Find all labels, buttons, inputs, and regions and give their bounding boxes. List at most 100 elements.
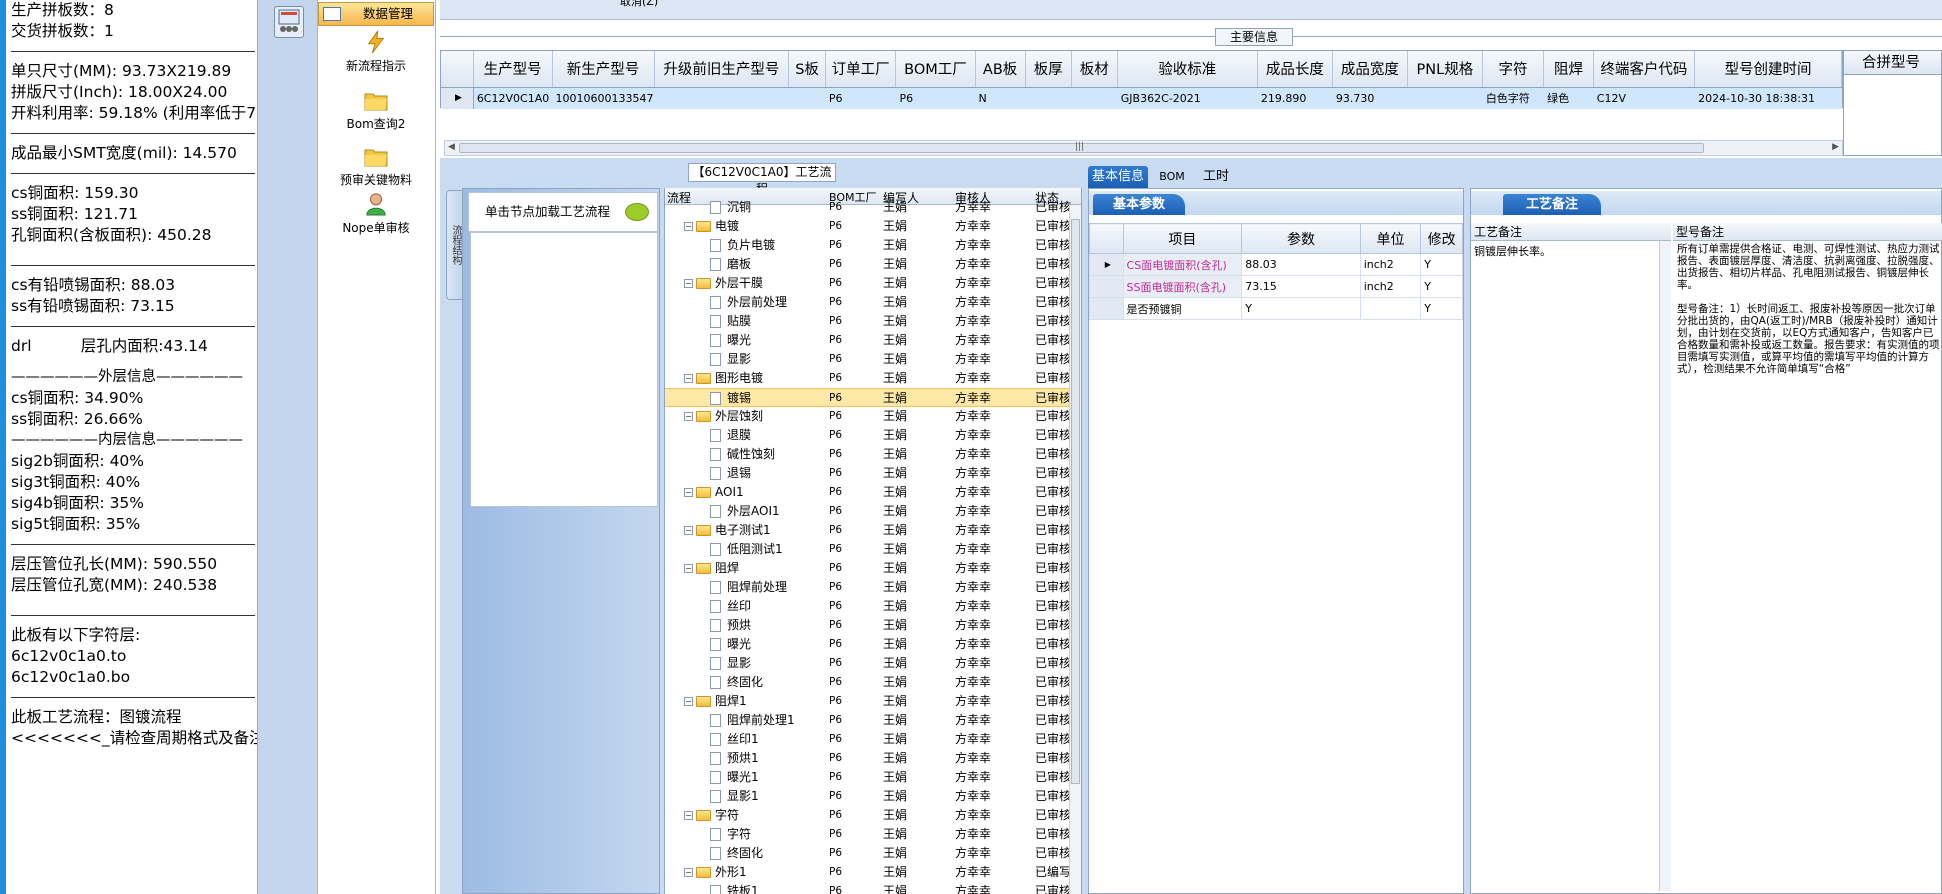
table-cell[interactable]: inch2 bbox=[1359, 253, 1422, 276]
menu-header-data-management[interactable]: 数据管理 bbox=[318, 2, 434, 26]
tree-row[interactable]: 镀锡 P6 王娟 方幸幸 已审核 bbox=[665, 388, 1081, 407]
table-cell[interactable]: Y bbox=[1241, 297, 1361, 320]
column-header[interactable]: 生产型号 bbox=[473, 51, 553, 88]
table-cell[interactable]: Y bbox=[1420, 275, 1463, 298]
model-notes-text[interactable]: 所有订单需提供合格证、电测、可焊性测试、热应力测试报告、表面镀层厚度、清洁度、抗… bbox=[1673, 241, 1942, 891]
tree-row[interactable]: − 图形电镀 P6 王娟 方幸幸 已审核 bbox=[665, 369, 1081, 388]
row-selector[interactable] bbox=[1089, 297, 1124, 320]
table-cell[interactable]: 是否预镀铜 bbox=[1122, 297, 1243, 320]
tree-row[interactable]: 终固化 P6 王娟 方幸幸 已审核 bbox=[665, 673, 1081, 692]
tree-row[interactable]: 外层AOI1 P6 王娟 方幸幸 已审核 bbox=[665, 502, 1081, 521]
scroll-right-icon[interactable]: ▶ bbox=[1832, 142, 1839, 152]
collapse-icon[interactable]: − bbox=[684, 564, 693, 573]
tree-row[interactable]: 预烘 P6 王娟 方幸幸 已审核 bbox=[665, 616, 1081, 635]
table-cell[interactable]: Y bbox=[1420, 297, 1463, 320]
tree-row[interactable]: 阻焊前处理1 P6 王娟 方幸幸 已审核 bbox=[665, 711, 1081, 730]
column-header[interactable]: PNL规格 bbox=[1407, 51, 1483, 88]
tree-row[interactable]: 外层前处理 P6 王娟 方幸幸 已审核 bbox=[665, 293, 1081, 312]
scrollbar-thumb[interactable] bbox=[1071, 219, 1080, 784]
collapse-icon[interactable]: − bbox=[684, 697, 693, 706]
tree-row[interactable]: − 外层蚀刻 P6 王娟 方幸幸 已审核 bbox=[665, 407, 1081, 426]
tree-row[interactable]: 磨板 P6 王娟 方幸幸 已审核 bbox=[665, 255, 1081, 274]
table-cell[interactable] bbox=[1407, 87, 1483, 109]
table-cell[interactable]: 白色字符 bbox=[1482, 87, 1545, 109]
table-row[interactable]: 是否预镀铜 Y Y bbox=[1089, 297, 1463, 320]
row-selector[interactable]: ▶ bbox=[1089, 253, 1124, 276]
column-header[interactable]: 验收标准 bbox=[1117, 51, 1258, 88]
load-flow-node[interactable]: 单击节点加载工艺流程 bbox=[468, 192, 658, 232]
collapse-icon[interactable]: − bbox=[684, 412, 693, 421]
tree-row[interactable]: 低阻测试1 P6 王娟 方幸幸 已审核 bbox=[665, 540, 1081, 559]
tree-row[interactable]: − 阻焊1 P6 王娟 方幸幸 已审核 bbox=[665, 692, 1081, 711]
column-header[interactable]: 新生产型号 bbox=[552, 51, 655, 88]
table-cell[interactable] bbox=[788, 87, 826, 109]
column-header[interactable]: 订单工厂 bbox=[825, 51, 897, 88]
collapse-icon[interactable]: − bbox=[684, 868, 693, 877]
tree-row[interactable]: 预烘1 P6 王娟 方幸幸 已审核 bbox=[665, 749, 1081, 768]
table-cell[interactable]: 6C12V0C1A0 bbox=[473, 87, 553, 109]
menu-item-bom-query[interactable]: Bom查询2 bbox=[318, 88, 434, 132]
cancel-button[interactable]: 取消(Z) bbox=[620, 0, 658, 9]
tree-row[interactable]: 丝印 P6 王娟 方幸幸 已审核 bbox=[665, 597, 1081, 616]
column-header[interactable]: 字符 bbox=[1482, 51, 1545, 88]
table-cell[interactable]: 10010600133547 bbox=[552, 87, 655, 109]
table-cell[interactable]: 93.730 bbox=[1332, 87, 1408, 109]
column-header[interactable]: 成品长度 bbox=[1257, 51, 1333, 88]
tree-row[interactable]: 铣板1 P6 王娟 方幸幸 已审核 bbox=[665, 882, 1081, 894]
tree-row[interactable]: − 电镀 P6 王娟 方幸幸 已审核 bbox=[665, 217, 1081, 236]
table-cell[interactable]: SS面电镀面积(含孔) bbox=[1122, 275, 1243, 298]
table-cell[interactable]: inch2 bbox=[1359, 275, 1422, 298]
table-cell[interactable]: CS面电镀面积(含孔) bbox=[1122, 253, 1243, 276]
table-row[interactable]: ▶ 6C12V0C1A0 10010600133547 P6 P6 N GJB362C-20… bbox=[441, 87, 1842, 109]
tree-row[interactable]: − 外层干膜 P6 王娟 方幸幸 已审核 bbox=[665, 274, 1081, 293]
table-cell[interactable]: GJB362C-2021 bbox=[1117, 87, 1258, 109]
table-cell[interactable]: C12V bbox=[1593, 87, 1696, 109]
menu-item-prereview-materials[interactable]: 预审关键物料 bbox=[318, 144, 434, 188]
collapse-icon[interactable]: − bbox=[684, 811, 693, 820]
collapse-icon[interactable]: − bbox=[684, 374, 693, 383]
table-cell[interactable] bbox=[654, 87, 790, 109]
column-header[interactable]: S板 bbox=[788, 51, 826, 88]
tab-bom[interactable]: BOM bbox=[1152, 166, 1192, 188]
table-cell[interactable]: 219.890 bbox=[1257, 87, 1333, 109]
collapse-icon[interactable]: − bbox=[684, 222, 693, 231]
tree-row[interactable]: − 阻焊 P6 王娟 方幸幸 已审核 bbox=[665, 559, 1081, 578]
tree-row[interactable]: 曝光1 P6 王娟 方幸幸 已审核 bbox=[665, 768, 1081, 787]
table-cell[interactable] bbox=[1359, 297, 1422, 320]
tree-row[interactable]: 曝光 P6 王娟 方幸幸 已审核 bbox=[665, 635, 1081, 654]
tree-row[interactable]: 沉铜 P6 王娟 方幸幸 已审核 bbox=[665, 198, 1081, 217]
column-header[interactable]: 型号创建时间 bbox=[1694, 51, 1842, 88]
menu-item-new-flow[interactable]: 新流程指示 bbox=[318, 30, 434, 74]
column-header[interactable]: 板材 bbox=[1071, 51, 1118, 88]
column-header[interactable]: 修改 bbox=[1420, 223, 1463, 254]
tree-row[interactable]: 阻焊前处理 P6 王娟 方幸幸 已审核 bbox=[665, 578, 1081, 597]
table-cell[interactable]: N bbox=[975, 87, 1026, 109]
scroll-left-icon[interactable]: ◀ bbox=[448, 142, 455, 152]
table-cell[interactable]: Y bbox=[1420, 253, 1463, 276]
table-row[interactable]: ▶ CS面电镀面积(含孔) 88.03 inch2 Y bbox=[1089, 253, 1463, 276]
collapse-icon[interactable]: − bbox=[684, 488, 693, 497]
column-header[interactable]: 终端客户代码 bbox=[1593, 51, 1696, 88]
table-cell[interactable]: 88.03 bbox=[1241, 253, 1361, 276]
column-header[interactable]: 项目 bbox=[1122, 223, 1243, 254]
tree-row[interactable]: 丝印1 P6 王娟 方幸幸 已审核 bbox=[665, 730, 1081, 749]
column-header[interactable]: 单位 bbox=[1359, 223, 1422, 254]
tab-basic-info[interactable]: 基本信息 bbox=[1088, 166, 1148, 188]
column-header[interactable]: 升级前旧生产型号 bbox=[654, 51, 790, 88]
tree-row[interactable]: 显影 P6 王娟 方幸幸 已审核 bbox=[665, 350, 1081, 369]
main-grid-hscrollbar[interactable]: ◀ ||| ▶ bbox=[444, 140, 1843, 156]
collapse-icon[interactable]: − bbox=[684, 526, 693, 535]
menu-item-nope-review[interactable]: Nope单审核 bbox=[318, 192, 434, 236]
tree-row[interactable]: 终固化 P6 王娟 方幸幸 已审核 bbox=[665, 844, 1081, 863]
column-header[interactable]: BOM工厂 bbox=[895, 51, 976, 88]
tab-work-hours[interactable]: 工时 bbox=[1196, 166, 1236, 188]
tree-row[interactable]: − 外形1 P6 王娟 方幸幸 已编写 bbox=[665, 863, 1081, 882]
table-cell[interactable]: P6 bbox=[825, 87, 897, 109]
column-header[interactable]: AB板 bbox=[975, 51, 1026, 88]
tree-row[interactable]: 显影1 P6 王娟 方幸幸 已审核 bbox=[665, 787, 1081, 806]
tree-row[interactable]: 显影 P6 王娟 方幸幸 已审核 bbox=[665, 654, 1081, 673]
column-header[interactable]: 阻焊 bbox=[1543, 51, 1594, 88]
table-cell[interactable] bbox=[1071, 87, 1118, 109]
tree-row[interactable]: 贴膜 P6 王娟 方幸幸 已审核 bbox=[665, 312, 1081, 331]
tree-row[interactable]: 碱性蚀刻 P6 王娟 方幸幸 已审核 bbox=[665, 445, 1081, 464]
